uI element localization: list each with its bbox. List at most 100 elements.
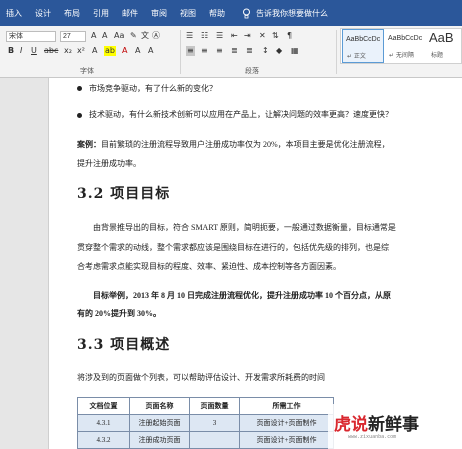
bullets-icon[interactable]: ☰ bbox=[186, 31, 193, 41]
superscript-icon[interactable]: x² bbox=[77, 46, 85, 56]
subscript-icon[interactable]: x₂ bbox=[64, 46, 72, 56]
word-window: 插入 设计 布局 引用 邮件 审阅 视图 帮助 告诉我你想要做什么 宋体 27 … bbox=[0, 0, 462, 449]
highlight-icon[interactable]: ab bbox=[104, 46, 116, 56]
table-row: 4.3.1 注册起始页面 3 页面设计+页面制作 bbox=[77, 414, 334, 432]
tab-layout[interactable]: 布局 bbox=[64, 8, 80, 19]
case-label: 案例： bbox=[77, 140, 101, 149]
style-sample: AaBbCcDc bbox=[346, 36, 381, 43]
align-right-icon[interactable]: ≡ bbox=[216, 46, 223, 56]
text-effects-icon[interactable]: A bbox=[92, 46, 97, 56]
style-name: 标题 bbox=[431, 52, 444, 59]
group-separator bbox=[180, 30, 181, 74]
table-header: 页面名称 bbox=[129, 397, 190, 415]
heading-project-overview: 3.3 项目概述 bbox=[77, 337, 171, 353]
font-name-select[interactable]: 宋体 bbox=[6, 31, 56, 42]
tell-me-label: 告诉我你想要做什么 bbox=[256, 8, 328, 18]
case-paragraph: 案例：目前繁琐的注册流程导致用户注册成功率仅为 20%，本项目主要是优化注册流程… bbox=[77, 139, 390, 150]
table-header: 文档位置 bbox=[77, 397, 130, 415]
underline-icon[interactable]: U bbox=[31, 46, 37, 56]
justify-icon[interactable]: ≣ bbox=[231, 46, 238, 56]
style-name: ↵ 正文 bbox=[347, 53, 366, 60]
tab-design[interactable]: 设计 bbox=[35, 8, 51, 19]
table-cell: 4.3.1 bbox=[77, 414, 130, 432]
bullet-dot bbox=[77, 86, 82, 91]
watermark-brand-black: 新鲜事 bbox=[368, 415, 419, 435]
shading-icon[interactable]: ◆ bbox=[276, 46, 282, 56]
table-cell: 注册起始页面 bbox=[129, 414, 190, 432]
group-label-paragraph: 段落 bbox=[245, 67, 259, 75]
tab-insert[interactable]: 插入 bbox=[6, 8, 22, 19]
table-header: 页面数量 bbox=[189, 397, 240, 415]
bullet-text: 市场竞争驱动，有了什么新的变化？ bbox=[89, 84, 217, 93]
bullet-dot bbox=[77, 113, 82, 118]
bold-icon[interactable]: B bbox=[8, 46, 14, 56]
style-sample: AaBbCcDc bbox=[388, 35, 423, 42]
char-border-icon[interactable]: A bbox=[148, 46, 153, 56]
style-sample: AaB bbox=[429, 30, 454, 45]
watermark-url: www.zixuanba.com bbox=[348, 434, 397, 440]
tell-me-box[interactable]: 告诉我你想要做什么 bbox=[242, 8, 328, 19]
table-cell: 页面设计+页面制作 bbox=[239, 431, 334, 449]
table-cell: 注册成功页面 bbox=[129, 431, 190, 449]
font-color-icon[interactable]: A bbox=[122, 46, 127, 56]
tab-review[interactable]: 审阅 bbox=[151, 8, 167, 19]
show-marks-icon[interactable]: ¶ bbox=[287, 31, 292, 41]
table-cell: 页面设计+页面制作 bbox=[239, 414, 334, 432]
font-size-select[interactable]: 27 bbox=[60, 31, 86, 42]
goal-example: 目标举例，2013 年 8 月 10 日完成注册流程优化，提升注册成功率 10 … bbox=[93, 291, 391, 300]
heading-project-goal: 3.2 项目目标 bbox=[77, 186, 171, 202]
ribbon-home: 宋体 27 A A Aa ✎ 文 Ⓐ B I U abc x₂ x² A ab … bbox=[0, 26, 462, 78]
numbering-icon[interactable]: ☷ bbox=[201, 31, 208, 41]
grow-font-icon[interactable]: A bbox=[91, 31, 96, 41]
goal-paragraph: 贯穿整个需求的动线，整个需求都应该是围绕目标在进行的，包括优先级的排列，也是综 bbox=[77, 243, 389, 252]
tab-mailings[interactable]: 邮件 bbox=[122, 8, 138, 19]
style-normal[interactable]: AaBbCcDc ↵ 正文 bbox=[342, 29, 384, 63]
sort-icon[interactable]: ⇅ bbox=[272, 31, 279, 41]
pages-table: 文档位置 页面名称 页面数量 所需工作 4.3.1 注册起始页面 3 页面设计+… bbox=[77, 397, 334, 449]
group-label-font: 字体 bbox=[80, 67, 94, 75]
style-heading[interactable]: AaB 标题 bbox=[427, 29, 461, 63]
multilevel-list-icon[interactable]: ☰ bbox=[216, 31, 223, 41]
phonetic-guide-icon[interactable]: 文 bbox=[141, 31, 149, 41]
watermark: 虎说新鲜事 www.zixuanba.com bbox=[328, 404, 462, 449]
table-cell: 3 bbox=[189, 414, 240, 432]
italic-icon[interactable]: I bbox=[20, 46, 22, 56]
style-no-spacing[interactable]: AaBbCcDc ↵ 无间隔 bbox=[385, 29, 427, 63]
case-paragraph-cont: 提升注册成功率。 bbox=[77, 159, 141, 168]
table-header: 所需工作 bbox=[239, 397, 334, 415]
table-cell: 4.3.2 bbox=[77, 431, 130, 449]
clear-format-icon[interactable]: ✎ bbox=[130, 31, 137, 41]
change-case-icon[interactable]: Aa bbox=[114, 31, 124, 41]
chinese-layout-icon[interactable]: ✕ bbox=[259, 31, 266, 41]
table-row: 4.3.2 注册成功页面 页面设计+页面制作 bbox=[77, 431, 334, 449]
tab-references[interactable]: 引用 bbox=[93, 8, 109, 19]
char-shading-icon[interactable]: A bbox=[135, 46, 140, 56]
table-header-row: 文档位置 页面名称 页面数量 所需工作 bbox=[77, 397, 334, 415]
goal-example: 有的 20%提升到 30%。 bbox=[77, 309, 161, 318]
lightbulb-icon bbox=[243, 8, 250, 18]
shrink-font-icon[interactable]: A bbox=[102, 31, 107, 41]
align-center-icon[interactable]: ≡ bbox=[201, 46, 208, 56]
watermark-brand-red: 虎说 bbox=[334, 415, 368, 435]
overview-paragraph: 将涉及到的页面做个列表，可以帮助评估设计、开发需求所耗费的时间 bbox=[77, 373, 325, 382]
watermark-logo: 虎说新鲜事 bbox=[334, 410, 419, 435]
tab-view[interactable]: 视图 bbox=[180, 8, 196, 19]
distribute-icon[interactable]: ≣ bbox=[246, 46, 253, 56]
align-left-icon[interactable]: ≡ bbox=[186, 46, 195, 56]
goal-paragraph: 合考虑需求点能实现目标的程度、效率、紧迫性、成本控制等各方面因素。 bbox=[77, 262, 341, 271]
table-cell bbox=[189, 431, 240, 449]
increase-indent-icon[interactable]: ⇥ bbox=[244, 31, 251, 41]
style-name: ↵ 无间隔 bbox=[389, 52, 414, 59]
line-spacing-icon[interactable]: ↕ bbox=[262, 46, 269, 56]
styles-gallery: AaBbCcDc ↵ 正文 AaBbCcDc ↵ 无间隔 AaB 标题 bbox=[340, 28, 462, 64]
goal-paragraph: 由背景推导出的目标，符合 SMART 原则，简明扼要，一般通过数据衡量，目标通常… bbox=[93, 223, 396, 232]
case-text: 目前繁琐的注册流程导致用户注册成功率仅为 20%，本项目主要是优化注册流程， bbox=[101, 140, 390, 149]
bullet-text: 技术驱动，有什么新技术创新可以应用在产品上，让解决问题的效率更高？速度更快？ bbox=[89, 110, 393, 119]
decrease-indent-icon[interactable]: ⇤ bbox=[231, 31, 238, 41]
strikethrough-icon[interactable]: abc bbox=[44, 46, 58, 56]
document-page[interactable]: 市场竞争驱动，有了什么新的变化？ 技术驱动，有什么新技术创新可以应用在产品上，让… bbox=[48, 78, 462, 449]
enclose-char-icon[interactable]: Ⓐ bbox=[152, 31, 160, 41]
borders-icon[interactable]: ▦ bbox=[291, 46, 299, 56]
group-separator bbox=[336, 30, 337, 74]
tab-help[interactable]: 帮助 bbox=[209, 8, 225, 19]
